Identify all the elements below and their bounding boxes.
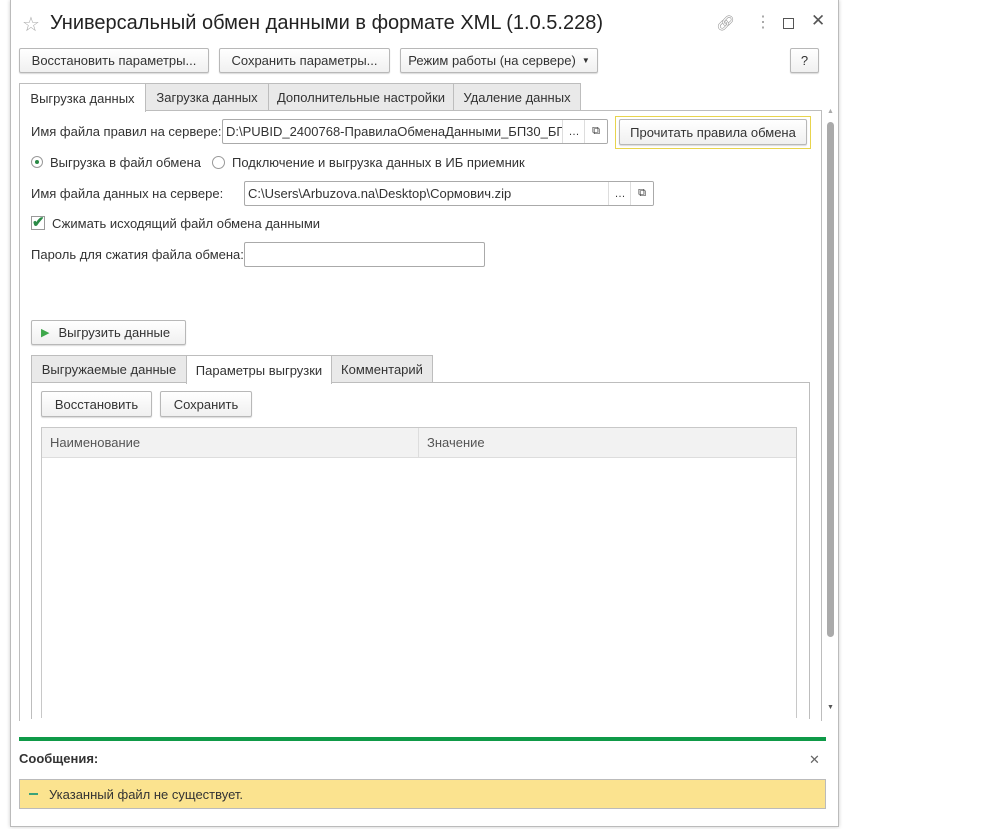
mode-dropdown-button[interactable]: Режим работы (на сервере) ▼	[400, 48, 598, 73]
read-rules-button[interactable]: Прочитать правила обмена	[619, 119, 807, 145]
scroll-thumb[interactable]	[827, 122, 834, 637]
radio-connect-label[interactable]: Подключение и выгрузка данных в ИБ прием…	[232, 155, 525, 170]
tab-exported-data[interactable]: Выгружаемые данные	[31, 355, 187, 383]
restore-button[interactable]: Восстановить	[41, 391, 152, 417]
rules-file-label: Имя файла правил на сервере:	[31, 124, 222, 139]
messages-title: Сообщения:	[19, 751, 99, 766]
password-label: Пароль для сжатия файла обмена:	[31, 247, 244, 262]
scroll-down-icon[interactable]: ▼	[827, 704, 834, 711]
background-window-fragment	[0, 0, 10, 829]
maximize-icon[interactable]	[783, 18, 794, 29]
password-input[interactable]	[244, 242, 485, 267]
help-button[interactable]: ?	[790, 48, 819, 73]
select-file-button[interactable]: …	[608, 182, 631, 205]
window-title: Универсальный обмен данными в формате XM…	[50, 12, 603, 34]
mode-label: Режим работы (на сервере)	[408, 53, 576, 68]
link-icon[interactable]: 🔗︎	[716, 14, 735, 32]
export-data-label: Выгрузить данные	[58, 325, 171, 340]
radio-file-label[interactable]: Выгрузка в файл обмена	[50, 155, 201, 170]
scrollbar[interactable]: ▲ ▼	[826, 108, 835, 716]
close-icon[interactable]: ✕	[811, 11, 825, 31]
chevron-down-icon: ▼	[581, 56, 590, 65]
column-header-value[interactable]: Значение	[427, 435, 485, 450]
message-text: Указанный файл не существует.	[49, 786, 244, 802]
messages-divider	[19, 737, 826, 741]
tab-delete-data[interactable]: Удаление данных	[453, 83, 581, 111]
tab-export-params[interactable]: Параметры выгрузки	[186, 355, 332, 384]
data-file-input[interactable]: C:\Users\Arbuzova.na\Desktop\Сормович.zi…	[244, 181, 654, 206]
tab-additional-settings[interactable]: Дополнительные настройки	[268, 83, 454, 111]
radio-connect[interactable]	[212, 156, 225, 169]
radio-file-selected[interactable]	[31, 156, 43, 168]
tab-comment[interactable]: Комментарий	[331, 355, 433, 383]
rules-file-value: D:\PUBID_2400768-ПравилаОбменаДанными_БП…	[226, 124, 566, 139]
scroll-up-icon[interactable]: ▲	[827, 108, 834, 115]
data-file-value: C:\Users\Arbuzova.na\Desktop\Сормович.zi…	[248, 186, 512, 201]
save-button[interactable]: Сохранить	[160, 391, 252, 417]
table-header: Наименование Значение	[42, 428, 796, 458]
restore-params-button[interactable]: Восстановить параметры...	[19, 48, 209, 73]
tab-export[interactable]: Выгрузка данных	[19, 83, 146, 112]
message-item[interactable]: Указанный файл не существует.	[19, 779, 826, 809]
open-icon[interactable]: ⧉	[584, 120, 607, 143]
select-file-button[interactable]: …	[562, 120, 585, 143]
tab-import[interactable]: Загрузка данных	[145, 83, 269, 111]
compress-checkbox[interactable]: ✔	[31, 215, 45, 230]
export-data-button[interactable]: ▶ Выгрузить данные	[31, 320, 186, 345]
rules-file-input[interactable]: D:\PUBID_2400768-ПравилаОбменаДанными_БП…	[222, 119, 608, 144]
play-icon: ▶	[41, 327, 50, 339]
open-icon[interactable]: ⧉	[630, 182, 653, 205]
params-table[interactable]: Наименование Значение	[41, 427, 797, 718]
more-icon[interactable]: ⋮	[755, 12, 771, 32]
save-params-button[interactable]: Сохранить параметры...	[219, 48, 390, 73]
column-header-name[interactable]: Наименование	[50, 435, 140, 450]
data-file-label: Имя файла данных на сервере:	[31, 186, 224, 201]
star-icon[interactable]: ☆	[22, 12, 40, 37]
dash-icon	[29, 793, 38, 795]
close-messages-icon[interactable]: ✕	[809, 752, 820, 768]
compress-label[interactable]: Сжимать исходящий файл обмена данными	[52, 216, 320, 231]
